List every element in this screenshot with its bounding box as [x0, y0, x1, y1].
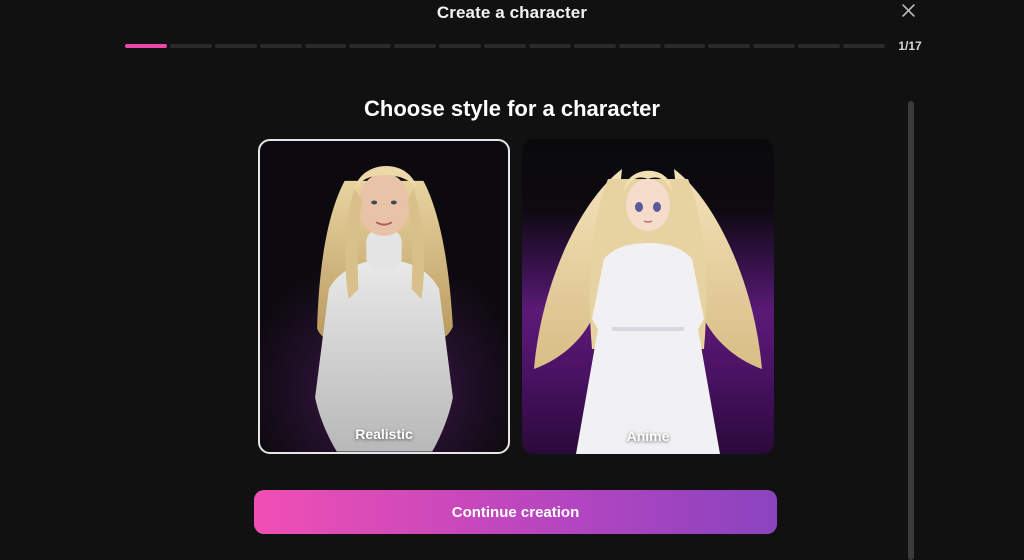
progress-segment: [708, 44, 751, 48]
step-counter: 1/17: [898, 39, 922, 53]
page-title: Choose style for a character: [364, 96, 660, 121]
realistic-style-image: [315, 166, 453, 452]
progress-segment: [753, 44, 796, 48]
style-card-realistic[interactable]: Realistic: [258, 139, 510, 454]
progress-segment: [439, 44, 481, 48]
progress-segment: [169, 44, 212, 48]
scrollbar-thumb[interactable]: [908, 101, 914, 560]
progress-segment: [798, 44, 840, 48]
style-label-anime: Anime: [626, 428, 670, 444]
create-character-modal: Create a character 1/17 Choose style for…: [0, 0, 1024, 560]
style-card-anime[interactable]: Anime: [522, 139, 774, 454]
progress-segment: [484, 44, 526, 48]
close-icon: [901, 4, 915, 22]
style-label-realistic: Realistic: [355, 426, 413, 442]
progress-segment: [663, 44, 706, 48]
progress-segment: [394, 44, 437, 48]
progress-segment: [304, 44, 347, 48]
progress-segment: [349, 44, 392, 48]
progress-segment: [259, 44, 302, 48]
progress-segment: [843, 44, 885, 48]
anime-style-image: [534, 169, 762, 454]
progress-segment: [528, 44, 571, 48]
continue-creation-button[interactable]: Continue creation: [254, 490, 777, 534]
progress-segment: [618, 44, 661, 48]
modal-title: Create a character: [436, 3, 588, 22]
progress-segment: [125, 44, 167, 48]
progress-segment: [573, 44, 616, 48]
progress-segment: [214, 44, 257, 48]
close-button[interactable]: [897, 2, 919, 24]
step-progress-bar: [125, 44, 885, 48]
